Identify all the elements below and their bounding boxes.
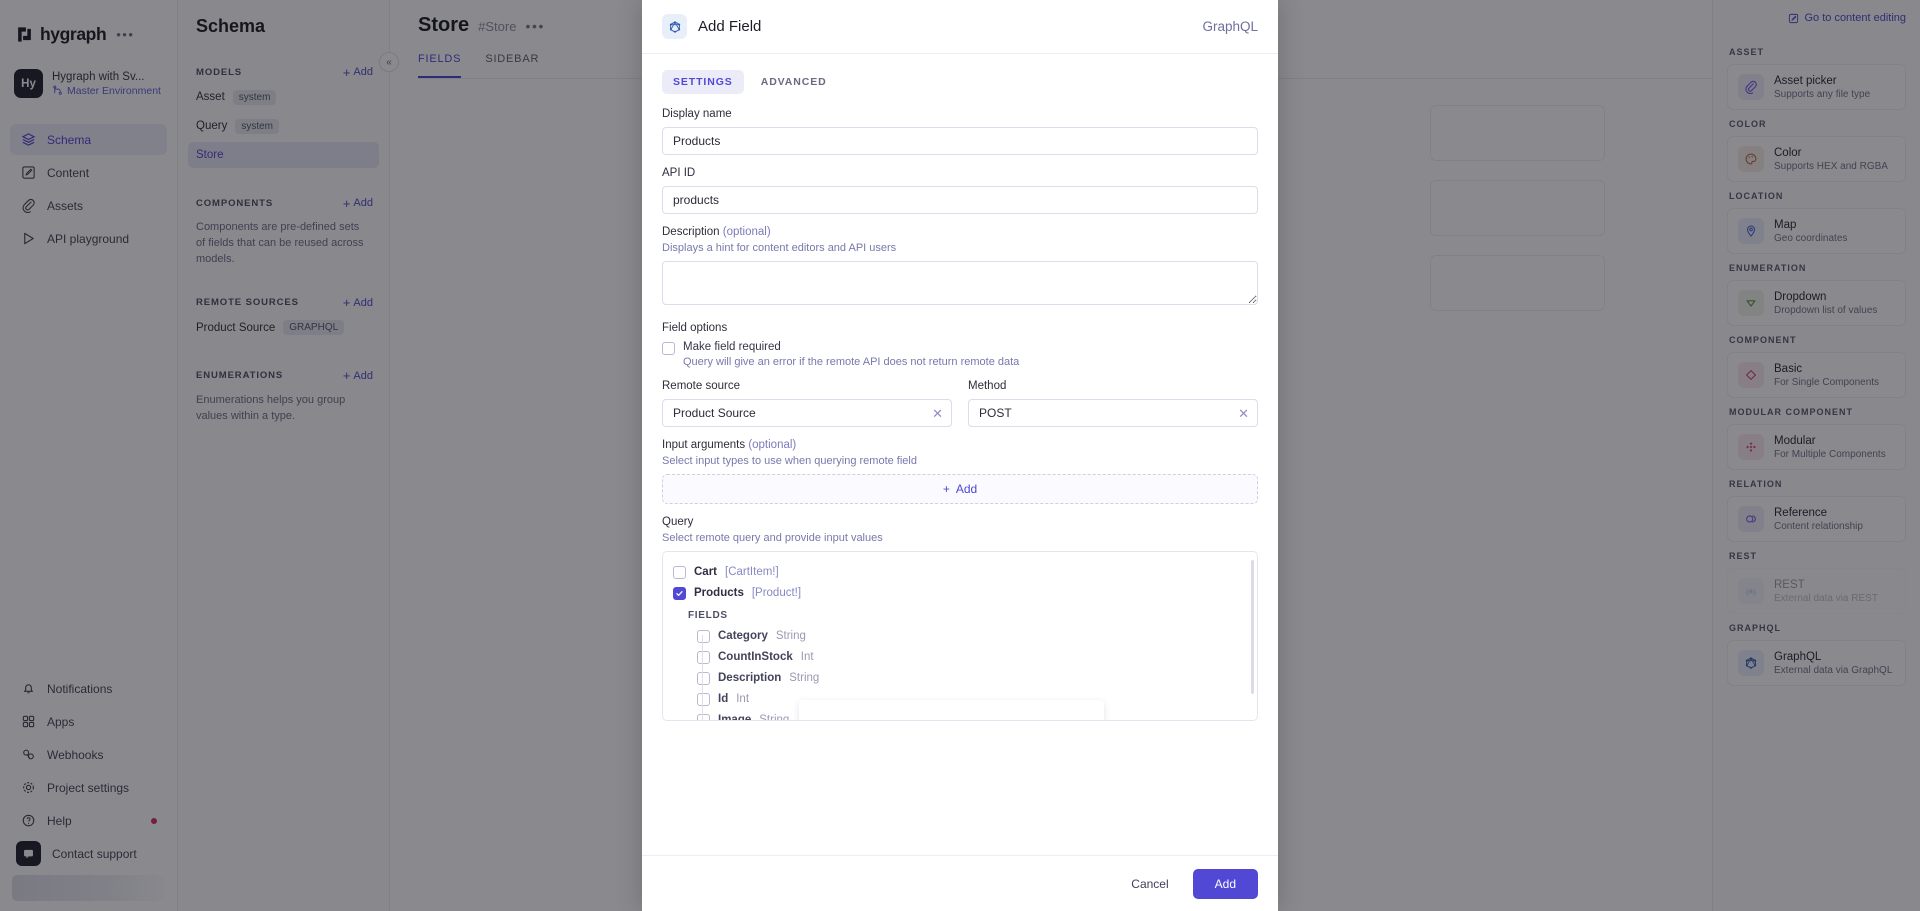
description-label: Description (optional): [662, 226, 1258, 238]
query-field-type: Int: [736, 693, 749, 705]
add-input-argument-label: Add: [956, 482, 977, 496]
make-field-required-label: Make field required: [683, 341, 1019, 353]
query-root-name: Products: [694, 587, 744, 599]
query-field-category[interactable]: Category String: [697, 625, 1249, 646]
add-button[interactable]: Add: [1193, 869, 1258, 899]
modal-tabs: SETTINGS ADVANCED: [642, 54, 1278, 94]
query-root-type: [Product!]: [752, 587, 801, 599]
display-name-label: Display name: [662, 108, 1258, 120]
remote-source-label: Remote source: [662, 380, 952, 392]
query-root-products[interactable]: Products [Product!]: [673, 582, 1249, 603]
query-root-checkbox[interactable]: [673, 566, 686, 579]
make-field-required-hint: Query will give an error if the remote A…: [683, 356, 1019, 368]
query-hint: Select remote query and provide input va…: [662, 532, 1258, 544]
query-tree-overlay-card: [799, 700, 1104, 721]
query-field-type: Int: [801, 651, 814, 663]
query-field-countinstock[interactable]: CountInStock Int: [697, 646, 1249, 667]
query-label: Query: [662, 516, 1258, 528]
query-field-name: CountInStock: [718, 651, 793, 663]
modal-header: Add Field GraphQL: [642, 0, 1278, 54]
tab-settings[interactable]: SETTINGS: [662, 70, 744, 94]
query-scrollbar[interactable]: [1251, 560, 1254, 694]
input-arguments-optional-tag: (optional): [748, 439, 796, 451]
query-field-checkbox[interactable]: [697, 714, 710, 722]
input-arguments-label-text: Input arguments: [662, 439, 745, 451]
query-tree: Cart [CartItem!] Products [Product!] FIE…: [662, 551, 1258, 721]
query-field-name: Id: [718, 693, 728, 705]
method-value: POST: [979, 406, 1012, 420]
plus-icon: +: [943, 482, 950, 496]
display-name-input[interactable]: [662, 127, 1258, 155]
query-field-checkbox[interactable]: [697, 651, 710, 664]
description-optional-tag: (optional): [723, 226, 771, 238]
query-root-name: Cart: [694, 566, 717, 578]
modal-body: Display name API ID Description (optiona…: [642, 94, 1278, 855]
modal-title: Add Field: [698, 18, 761, 35]
description-hint: Displays a hint for content editors and …: [662, 242, 1258, 254]
remote-source-select[interactable]: Product Source ✕: [662, 399, 952, 427]
graphql-icon: [662, 14, 687, 39]
query-field-checkbox[interactable]: [697, 630, 710, 643]
description-textarea[interactable]: [662, 261, 1258, 305]
clear-icon[interactable]: ✕: [932, 407, 943, 420]
input-arguments-hint: Select input types to use when querying …: [662, 455, 1258, 467]
add-field-modal: Add Field GraphQL SETTINGS ADVANCED Disp…: [642, 0, 1278, 911]
query-field-type: String: [776, 630, 806, 642]
add-input-argument-button[interactable]: + Add: [662, 474, 1258, 504]
description-label-text: Description: [662, 226, 720, 238]
method-label: Method: [968, 380, 1258, 392]
clear-icon[interactable]: ✕: [1238, 407, 1249, 420]
query-root-type: [CartItem!]: [725, 566, 779, 578]
tab-advanced[interactable]: ADVANCED: [750, 70, 838, 94]
modal-footer: Cancel Add: [642, 855, 1278, 911]
query-field-checkbox[interactable]: [697, 693, 710, 706]
make-field-required-checkbox[interactable]: [662, 342, 675, 355]
query-root-checkbox[interactable]: [673, 587, 686, 600]
field-options-label: Field options: [662, 322, 1258, 334]
query-field-type: String: [789, 672, 819, 684]
query-field-name: Description: [718, 672, 781, 684]
query-field-name: Image: [718, 714, 751, 722]
check-icon: [675, 589, 684, 598]
api-id-label: API ID: [662, 167, 1258, 179]
query-fields-label: FIELDS: [688, 610, 1249, 621]
remote-source-value: Product Source: [673, 406, 756, 420]
query-field-description[interactable]: Description String: [697, 667, 1249, 688]
api-id-input[interactable]: [662, 186, 1258, 214]
input-arguments-label: Input arguments (optional): [662, 439, 1258, 451]
cancel-button[interactable]: Cancel: [1121, 869, 1178, 899]
query-field-name: Category: [718, 630, 768, 642]
query-field-type: String: [759, 714, 789, 722]
query-root-cart[interactable]: Cart [CartItem!]: [673, 561, 1249, 582]
modal-field-kind: GraphQL: [1202, 19, 1258, 34]
tree-connector-line: [702, 635, 703, 721]
method-select[interactable]: POST ✕: [968, 399, 1258, 427]
query-field-checkbox[interactable]: [697, 672, 710, 685]
